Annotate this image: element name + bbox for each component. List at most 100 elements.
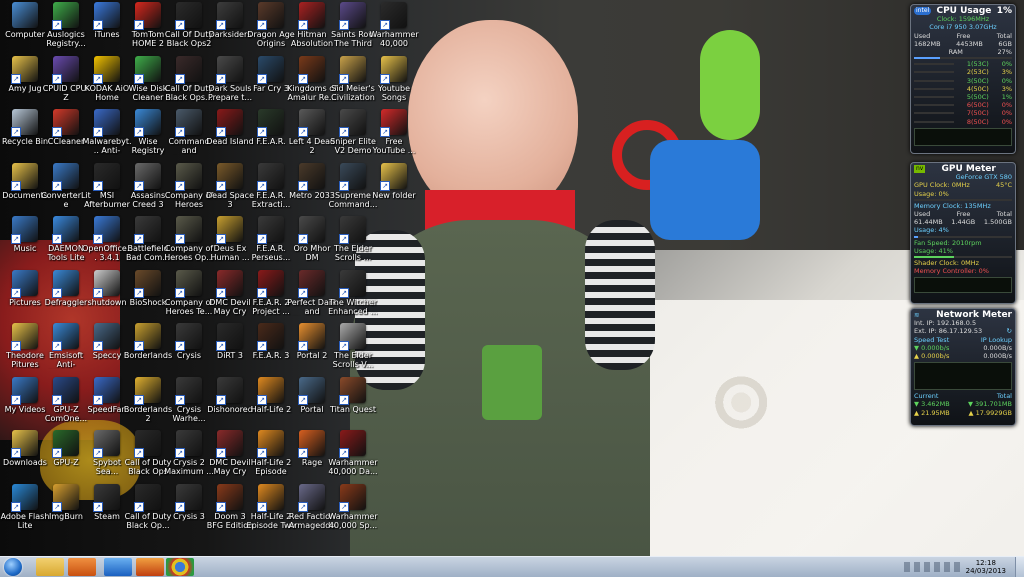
desktop-icon[interactable]: ↗ Warhammer 40,000 Sp... [328,483,378,537]
vram-free: 1.44GB [951,218,976,227]
shortcut-arrow-icon: ↗ [339,127,349,137]
net-gadget-title: Network Meter [936,310,1012,320]
desktop-icon-label: Titan Quest [329,404,377,414]
shortcut-arrow-icon: ↗ [134,180,144,191]
app-icon: ↗ [52,162,79,191]
desktop-icon-label: Youtube Songs [378,83,410,102]
shortcut-arrow-icon: ↗ [257,73,267,84]
shortcut-arrow-icon: ↗ [339,234,349,244]
app-icon: ↗ [298,55,325,84]
taskbar-explorer-button[interactable] [36,558,64,576]
app-icon: ↗ [257,162,284,191]
ram-total-label: Total [996,31,1012,40]
ram-free-label: Free [956,31,971,40]
app-icon: ↗ [216,483,243,512]
download-speed-bits: ▼ 0.000b/s [914,343,950,352]
desktop-icon[interactable]: ↗Warhammer 40,000 Daw... [369,2,419,55]
shortcut-arrow-icon: ↗ [93,180,103,191]
gpu-meter-gadget[interactable]: nv GPU Meter GeForce GTX 580 GPU Clock: … [910,162,1016,304]
shortcut-arrow-icon: ↗ [52,73,62,84]
app-icon: ↗ [11,216,38,244]
shortcut-arrow-icon: ↗ [380,73,390,84]
shortcut-arrow-icon: ↗ [298,20,308,30]
shortcut-arrow-icon: ↗ [339,73,349,84]
app-icon [12,2,38,28]
refresh-icon[interactable]: ↻ [1007,327,1012,335]
desktop-icon-label: Warhammer 40,000 Sp... [328,511,378,530]
desktop-icon[interactable]: ↗ Free YouTube ... [369,109,419,162]
app-icon: ↗ [298,430,325,458]
app-icon: ↗ [298,376,325,405]
app-icon: ↗ [339,323,366,351]
taskbar-media-player-button[interactable] [68,558,96,576]
desktop-icon[interactable]: ↗ New folder [369,162,419,216]
shortcut-arrow-icon: ↗ [175,20,185,30]
shortcut-arrow-icon: ↗ [134,20,144,30]
ip-lookup-link[interactable]: IP Lookup [981,336,1012,344]
cpu-core-name: 2(53C) [966,68,989,77]
ram-bar [914,57,1012,60]
desktop-icon[interactable]: ↗ Titan Quest [328,376,378,430]
cpu-core-bar [914,120,954,123]
show-desktop-button[interactable] [1015,557,1024,577]
shortcut-arrow-icon: ↗ [11,394,21,405]
speed-test-link[interactable]: Speed Test [914,336,949,344]
app-icon: ↗ [216,269,243,298]
shortcut-arrow-icon: ↗ [380,127,390,137]
current-upload-value: 21.95MB [921,408,950,417]
shortcut-arrow-icon: ↗ [134,448,144,458]
cpu-core-percent: 0% [1001,109,1012,118]
app-icon: ↗ [257,483,284,512]
start-button[interactable] [4,558,22,576]
app-icon: ↗ [339,483,366,512]
desktop-icon[interactable]: ↗ Warhammer 40,000 Da... [328,430,378,483]
cpu-core-name: 7(50C) [966,109,989,118]
app-icon: ↗ [93,376,120,405]
app-icon: ↗ [93,323,120,351]
desktop-icon-label: The Elder Scrolls ... [334,244,372,262]
taskbar-chrome-button[interactable] [166,558,194,576]
shortcut-arrow-icon: ↗ [134,341,144,351]
vram-usage-bar [914,235,1012,238]
shortcut-arrow-icon: ↗ [11,501,21,512]
desktop-icon[interactable]: ↗ The Elder Scrolls ... [328,216,378,269]
app-icon: ↗ [298,483,325,512]
shortcut-arrow-icon: ↗ [134,501,144,512]
app-icon: ↗ [257,376,284,405]
vram-used: 61.44MB [914,218,943,227]
taskbar-clock[interactable]: 12:18 24/03/2013 [966,559,1006,575]
cpu-core-percent: 0% [1001,117,1012,126]
desktop-icon[interactable]: ↗ Youtube Songs [369,55,419,109]
cpu-usage-gadget[interactable]: intel CPU Usage 1% Clock: 1596MHz Core i… [910,4,1016,154]
cpu-core-row: 5(50C) 1% [911,93,1015,101]
wallpaper-arm-right [585,220,655,370]
app-icon: ↗ [298,216,325,244]
shortcut-arrow-icon: ↗ [134,394,144,405]
shortcut-arrow-icon: ↗ [134,287,144,298]
cpu-core-name: 3(50C) [966,76,989,85]
cpu-core-percent: 3% [1001,68,1012,77]
taskbar-firefox-button[interactable] [136,558,164,576]
taskbar: 12:18 24/03/2013 [0,556,1024,577]
app-icon: ↗ [257,323,284,351]
shortcut-arrow-icon: ↗ [52,287,62,298]
cpu-core-list: 1(53C) 0% 2(53C) 3% 3(50C) 0% 4(50C) 3% 5(50C) 1%… [911,60,1015,126]
ram-used-label: Used [914,31,931,40]
desktop-icon-label: Free YouTube ... [372,137,416,155]
network-meter-gadget[interactable]: ≋ Network Meter Int. IP: 192.168.0.5 Ext… [910,308,1016,426]
shortcut-arrow-icon: ↗ [93,234,103,244]
app-icon: ↗ [257,430,284,458]
app-icon: ↗ [93,269,120,298]
app-icon: ↗ [216,2,243,30]
shortcut-arrow-icon: ↗ [298,341,308,351]
current-download: ▼ 3.462MB [914,400,950,409]
app-icon: ↗ [134,162,161,191]
desktop-icon[interactable]: ↗ The Elder Scrolls V... [328,323,378,376]
desktop-icon[interactable]: ↗ The Witcher Enhanced ... [328,269,378,323]
shortcut-arrow-icon: ↗ [380,180,390,191]
cpu-core-percent: 0% [1001,60,1012,69]
total-label: Total [996,392,1012,401]
app-icon: ↗ [339,109,366,137]
taskbar-internet-explorer-button[interactable] [104,558,132,576]
system-tray[interactable] [904,562,964,572]
